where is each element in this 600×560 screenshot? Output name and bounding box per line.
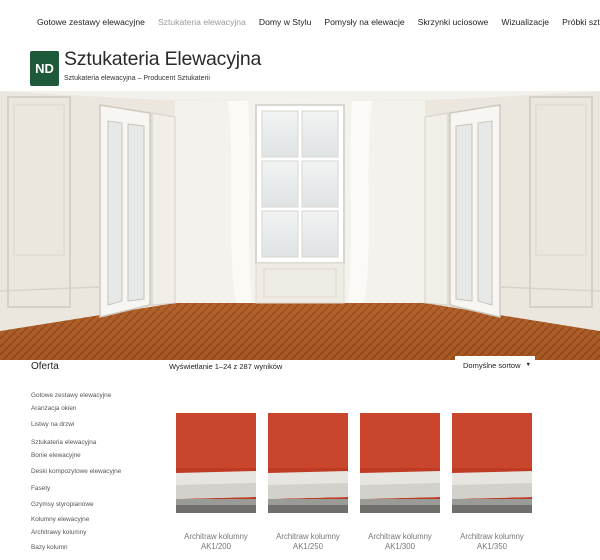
sort-dropdown-label: Domyślne sortow (463, 360, 521, 370)
category-listwy-na-drzwi[interactable]: Listwy na drzwi (31, 421, 74, 428)
product-image[interactable] (452, 413, 532, 513)
sidebar: Oferta Gotowe zestawy elewacyjne Aranżac… (0, 360, 165, 560)
nav-item-gotowe-zestawy[interactable]: Gotowe zestawy elewacyjne (0, 0, 151, 44)
category-deski-kompozytowe[interactable]: Deski kompozytowe elewacyjne (31, 468, 121, 475)
site-tagline: Sztukateria elewacyjna – Producent Sztuk… (64, 75, 210, 82)
category-gotowe-zestawy[interactable]: Gotowe zestawy elewacyjne (31, 392, 111, 399)
nav-item-domy-w-stylu[interactable]: Domy w Stylu (252, 0, 318, 44)
product-name-line: Architraw kolumny (368, 532, 432, 541)
nav-item-sztukateria-elewacyjna[interactable]: Sztukateria elewacyjna (151, 0, 252, 44)
nav-item-pomysly-na-elewacje[interactable]: Pomysły na elewacje (318, 0, 411, 44)
product-grid: Architraw kolumny AK1/200 Architraw kolu… (174, 413, 594, 560)
site-title[interactable]: Sztukateria Elewacyjna (64, 48, 261, 71)
product-name[interactable]: Architraw kolumny AK1/200 (176, 532, 256, 552)
product-card[interactable]: Architraw kolumny AK1/300 (360, 413, 440, 552)
category-aranzacja-okien[interactable]: Aranżacja okien (31, 405, 76, 412)
product-code: AK1/350 (477, 542, 507, 551)
product-image[interactable] (176, 413, 256, 513)
nav-item-skrzynki-uciosowe[interactable]: Skrzynki uciosowe (411, 0, 495, 44)
category-kolumny-elewacyjne[interactable]: Kolumny elewacyjne (31, 516, 89, 523)
product-code: AK1/250 (293, 542, 323, 551)
product-name-line: Architraw kolumny (460, 532, 524, 541)
product-name[interactable]: Architraw kolumny AK1/300 (360, 532, 440, 552)
hero-image (0, 91, 600, 360)
product-name-line: Architraw kolumny (276, 532, 340, 541)
sidebar-heading: Oferta (31, 361, 59, 372)
product-card[interactable]: Architraw kolumny AK1/250 (268, 413, 348, 552)
product-card[interactable]: Architraw kolumny AK1/350 (452, 413, 532, 552)
product-code: AK1/200 (201, 542, 231, 551)
product-name[interactable]: Architraw kolumny AK1/350 (452, 532, 532, 552)
nav-item-wizualizacje[interactable]: Wizualizacje (495, 0, 556, 44)
category-fasety[interactable]: Fasety (31, 485, 50, 492)
category-architrawy-kolumny[interactable]: Architrawy kolumny (31, 529, 86, 536)
category-sztukateria-elewacyjna[interactable]: Sztukateria elewacyjna (31, 439, 96, 446)
result-count: Wyświetlanie 1–24 z 287 wyników (169, 362, 283, 371)
product-name-line: Architraw kolumny (184, 532, 248, 541)
product-image[interactable] (268, 413, 348, 513)
site-logo[interactable]: ND (30, 51, 59, 86)
category-gzymsy-styropianowe[interactable]: Gzymsy styropianowe (31, 501, 94, 508)
product-code: AK1/300 (385, 542, 415, 551)
sort-dropdown[interactable]: Domyślne sortow ▼ (455, 356, 535, 374)
product-card[interactable]: Architraw kolumny AK1/200 (176, 413, 256, 552)
nav-item-probki-sztukaterii[interactable]: Próbki sztukaterii (556, 0, 600, 44)
category-bonie-elewacyjne[interactable]: Boniе elewacyjne (31, 452, 81, 459)
product-image[interactable] (360, 413, 440, 513)
category-bazy-kolumn[interactable]: Bazy kolumn (31, 544, 68, 551)
chevron-down-icon: ▼ (525, 362, 531, 368)
main-navigation: Gotowe zestawy elewacyjne Sztukateria el… (0, 0, 600, 44)
product-name[interactable]: Architraw kolumny AK1/250 (268, 532, 348, 552)
